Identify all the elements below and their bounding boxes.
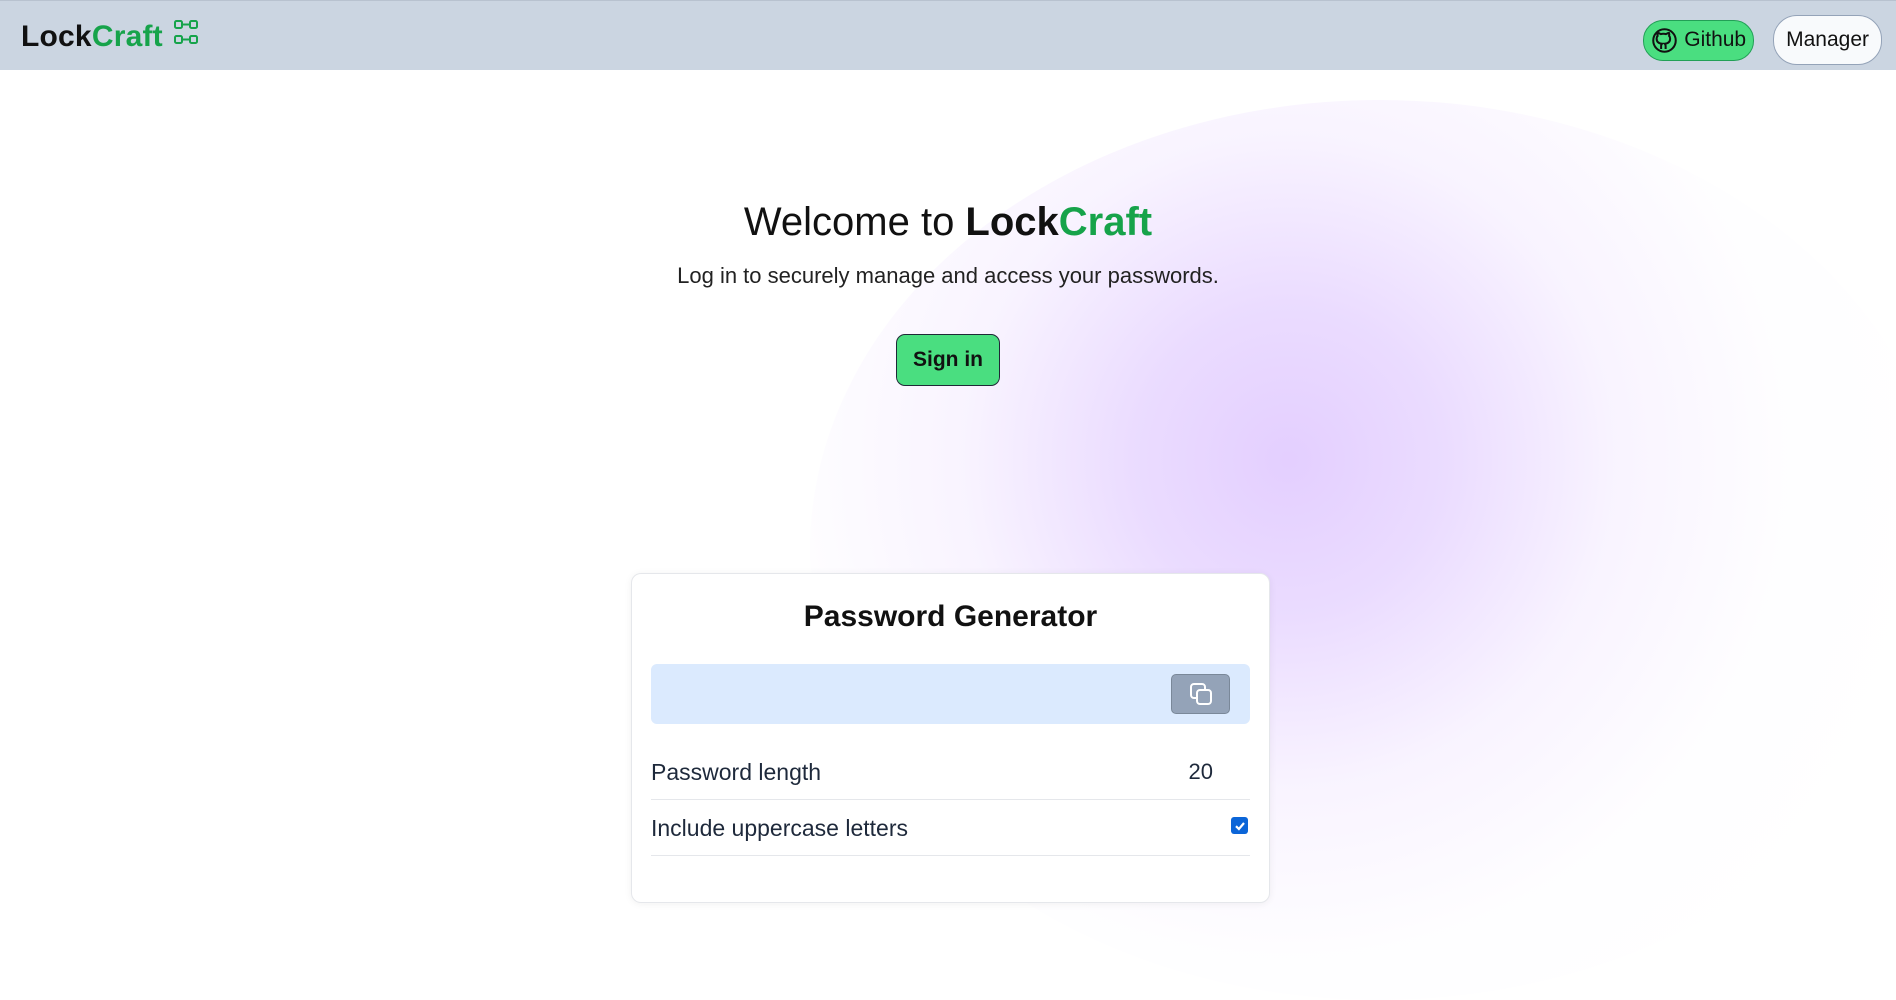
copy-password-button[interactable] — [1171, 674, 1230, 714]
header-actions: Github Manager — [1643, 15, 1882, 65]
github-icon — [1651, 27, 1678, 54]
password-length-row: Password length 20 — [651, 744, 1250, 800]
password-generator-title: Password Generator — [803, 600, 1098, 633]
welcome-title-prefix: Welcome to — [743, 200, 966, 244]
welcome-brand-suffix: Craft — [1058, 200, 1153, 244]
include-uppercase-checkbox[interactable] — [1231, 817, 1248, 834]
network-icon — [173, 19, 199, 45]
sign-in-button[interactable]: Sign in — [896, 334, 1000, 386]
copy-icon — [1187, 680, 1215, 708]
github-button[interactable]: Github — [1643, 19, 1755, 61]
password-length-value[interactable]: 20 — [1189, 759, 1213, 785]
generated-password-field[interactable] — [651, 664, 1250, 724]
brand-prefix: Lock — [21, 20, 92, 53]
password-length-label: Password length — [651, 759, 822, 785]
github-button-label: Github — [1684, 28, 1747, 51]
include-uppercase-label: Include uppercase letters — [651, 815, 908, 841]
welcome-subtitle: Log in to securely manage and access you… — [677, 263, 1219, 288]
welcome-section: Welcome to LockCraft Log in to securely … — [0, 200, 1896, 386]
manager-button[interactable]: Manager — [1773, 15, 1882, 65]
include-uppercase-row: Include uppercase letters — [651, 800, 1250, 856]
top-navigation-bar: Lock Craft Github Manager — [0, 0, 1896, 70]
brand-logo[interactable]: Lock Craft — [21, 17, 199, 57]
brand-suffix: Craft — [91, 20, 163, 53]
welcome-brand-prefix: Lock — [965, 200, 1059, 244]
welcome-title: Welcome to LockCraft — [0, 200, 1896, 245]
password-generator-card: Password Generator Password length 20 In… — [631, 573, 1270, 903]
